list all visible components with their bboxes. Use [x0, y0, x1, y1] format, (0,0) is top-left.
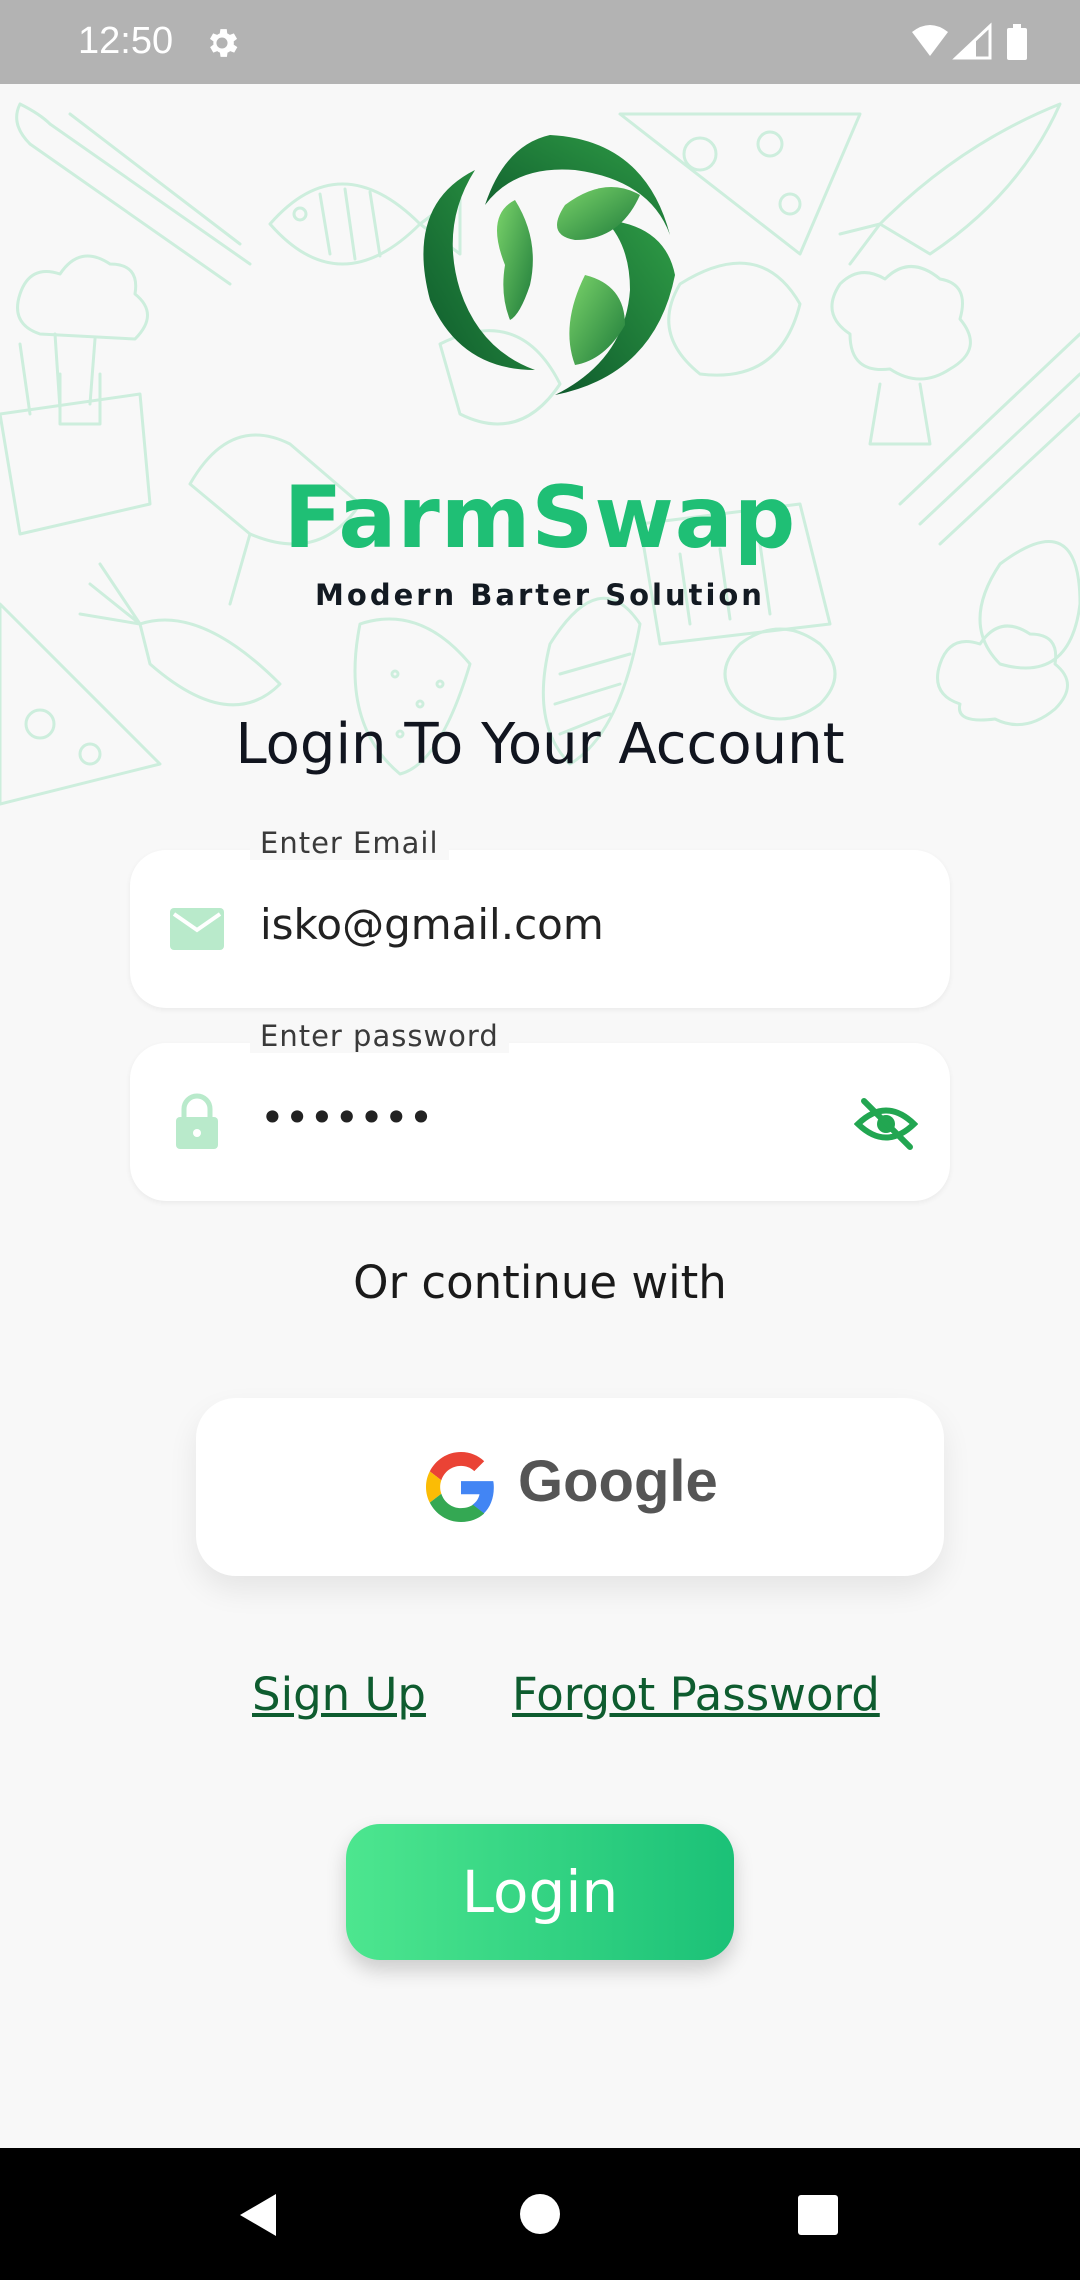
- email-input[interactable]: isko@gmail.com: [260, 900, 604, 949]
- battery-icon: [1007, 24, 1027, 60]
- wifi-icon: [912, 25, 948, 56]
- login-heading: Login To Your Account: [235, 712, 845, 777]
- home-icon[interactable]: [518, 2192, 562, 2236]
- eye-off-icon[interactable]: [854, 1095, 918, 1153]
- email-field[interactable]: Enter Email isko@gmail.com: [130, 826, 950, 1008]
- farmswap-logo: [423, 135, 675, 395]
- google-label: Google: [518, 1449, 718, 1514]
- forgot-password-link[interactable]: Forgot Password: [512, 1668, 880, 1721]
- signal-icon: [952, 22, 992, 60]
- navigation-bar: [0, 2148, 1080, 2280]
- status-icons: [912, 22, 1027, 60]
- status-time: 12:50: [78, 20, 174, 62]
- or-continue-text: Or continue with: [353, 1256, 727, 1309]
- sign-up-link[interactable]: Sign Up: [252, 1668, 426, 1721]
- app-subtitle: Modern Barter Solution: [315, 578, 765, 612]
- app-title: FarmSwap: [283, 468, 797, 568]
- password-field-label: Enter password: [250, 1019, 509, 1053]
- login-button[interactable]: Login: [346, 1824, 734, 1960]
- email-field-label: Enter Email: [250, 826, 449, 860]
- password-input[interactable]: •••••••: [260, 1093, 433, 1142]
- status-bar: 12:50: [0, 0, 1080, 84]
- google-icon: [426, 1452, 494, 1522]
- back-icon[interactable]: [236, 2192, 280, 2238]
- lock-icon: [176, 1093, 218, 1149]
- gear-icon: [209, 29, 238, 57]
- mail-icon: [170, 908, 224, 950]
- recents-icon[interactable]: [797, 2194, 839, 2236]
- password-field[interactable]: Enter password •••••••: [130, 1019, 950, 1201]
- google-signin-button[interactable]: Google: [196, 1398, 944, 1576]
